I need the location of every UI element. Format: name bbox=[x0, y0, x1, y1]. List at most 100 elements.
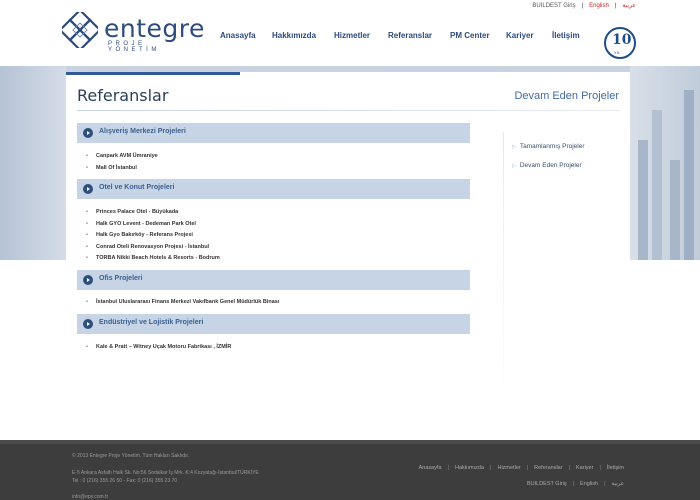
bullet-icon: • bbox=[86, 153, 88, 159]
section-header-otel[interactable]: Otel ve Konut Projeleri bbox=[77, 179, 470, 199]
logo-tagline: PROJE YÖNETİM bbox=[108, 41, 160, 53]
logo-wordmark: entegre bbox=[104, 14, 205, 43]
project-item[interactable]: • Princes Palace Otel - Büyükada bbox=[86, 209, 178, 215]
project-item[interactable]: • Halk GYO Levent - Dedeman Park Otel bbox=[86, 221, 196, 227]
sidebar-divider bbox=[503, 132, 504, 412]
project-label: Halk Gyo Bakırköy - Referans Projesi bbox=[96, 232, 193, 238]
footer-phone: Tel : 0 (216) 355 26 50 - Fax: 0 (216) 3… bbox=[72, 478, 178, 484]
project-item[interactable]: • Kale & Pratt – Witney Uçak Motoru Fabri… bbox=[86, 344, 231, 350]
bullet-icon: • bbox=[86, 255, 88, 261]
bullet-icon: • bbox=[86, 221, 88, 227]
project-label: Canpark AVM Ümraniye bbox=[96, 153, 158, 159]
footer-email[interactable]: info@epy.com.tr bbox=[72, 494, 108, 500]
footer-nav-iletisim[interactable]: İletişim bbox=[607, 465, 624, 471]
project-item[interactable]: • TORBA Nikki Beach Hotels & Resorts - Bo… bbox=[86, 255, 220, 261]
bullet-icon: • bbox=[86, 299, 88, 305]
project-item[interactable]: • Canpark AVM Ümraniye bbox=[86, 153, 158, 159]
site-header: entegre PROJE YÖNETİM BUILDEST Giriş | Eng… bbox=[0, 0, 700, 66]
section-title: Endüstriyel ve Lojistik Projeleri bbox=[99, 319, 204, 326]
sidebar-item-tamamlanmis[interactable]: ▷ Tamamlanmış Projeler bbox=[512, 143, 585, 150]
divider: | bbox=[614, 3, 617, 9]
sidebar-item-label: Devam Eden Projeler bbox=[519, 162, 582, 169]
divider: | bbox=[526, 465, 529, 471]
divider: | bbox=[572, 481, 575, 487]
footer-nav-kariyer[interactable]: Kariyer bbox=[576, 465, 593, 471]
building-silhouette bbox=[684, 90, 694, 260]
panel-accent-bar bbox=[66, 72, 240, 75]
arrow-circle-icon bbox=[83, 128, 93, 138]
sidebar-item-devam-eden[interactable]: ▷ Devam Eden Projeler bbox=[512, 162, 582, 169]
footer-arabic-link[interactable]: عربية bbox=[612, 481, 624, 487]
section-title: Ofis Projeleri bbox=[99, 275, 143, 282]
page-title: Referanslar bbox=[77, 86, 169, 105]
divider: | bbox=[581, 3, 584, 9]
footer-nav-hakkimizda[interactable]: Hakkımızda bbox=[455, 465, 484, 471]
triangle-icon: ▷ bbox=[512, 163, 516, 169]
section-title: Alışveriş Merkezi Projeleri bbox=[99, 128, 186, 135]
divider: | bbox=[490, 465, 492, 471]
badge-label: YIL bbox=[614, 50, 621, 55]
hero-band-left bbox=[0, 66, 66, 260]
section-title: Otel ve Konut Projeleri bbox=[99, 184, 175, 191]
building-silhouette bbox=[638, 140, 648, 260]
project-item[interactable]: • Conrad Oteli Renovasyon Projesi - İstan… bbox=[86, 244, 209, 250]
sidebar-item-label: Tamamlanmış Projeler bbox=[519, 143, 585, 150]
arrow-circle-icon bbox=[83, 184, 93, 194]
footer-top-edge bbox=[0, 440, 700, 444]
divider: | bbox=[599, 465, 601, 471]
project-label: TORBA Nikki Beach Hotels & Resorts - Bod… bbox=[96, 255, 220, 261]
logo[interactable]: entegre PROJE YÖNETİM bbox=[62, 12, 205, 54]
bullet-icon: • bbox=[86, 165, 88, 171]
site-footer: © 2013 Entegre Proje Yönetim. Tüm Haklar… bbox=[0, 440, 700, 500]
project-label: Princes Palace Otel - Büyükada bbox=[96, 209, 179, 215]
buildest-login-link[interactable]: BUILDEST Giriş bbox=[532, 3, 575, 9]
footer-address: E-5 Ankara Asfaltı Halk Sk. No:56 Sodalk… bbox=[72, 470, 259, 476]
project-label: Conrad Oteli Renovasyon Projesi - İstanb… bbox=[96, 244, 210, 250]
divider: | bbox=[447, 465, 449, 471]
bullet-icon: • bbox=[86, 232, 88, 238]
building-silhouette bbox=[670, 160, 680, 260]
section-header-ofis[interactable]: Ofis Projeleri bbox=[77, 270, 470, 290]
nav-hizmetler[interactable]: Hizmetler bbox=[334, 31, 370, 40]
nav-anasayfa[interactable]: Anasayfa bbox=[220, 31, 256, 40]
nav-hakkimizda[interactable]: Hakkımızda bbox=[272, 31, 316, 40]
ten-year-badge: 10 YIL bbox=[604, 27, 636, 59]
section-header-endustriyel[interactable]: Endüstriyel ve Lojistik Projeleri bbox=[77, 314, 470, 334]
building-silhouette bbox=[652, 110, 662, 260]
section-header-avm[interactable]: Alışveriş Merkezi Projeleri bbox=[77, 123, 470, 143]
english-link[interactable]: English bbox=[589, 3, 609, 9]
nav-kariyer[interactable]: Kariyer bbox=[506, 31, 534, 40]
footer-lang: BUILDEST Giriş | English | عربية bbox=[527, 481, 624, 487]
project-item[interactable]: • İstanbul Uluslararası Finans Merkezi Va… bbox=[86, 299, 279, 305]
footer-nav-anasayfa[interactable]: Anasayfa bbox=[419, 465, 442, 471]
project-item[interactable]: • Mall Of İstanbul bbox=[86, 165, 137, 171]
footer-buildest-link[interactable]: BUILDEST Giriş bbox=[527, 481, 567, 487]
project-label: İstanbul Uluslararası Finans Merkezi Vak… bbox=[96, 299, 280, 305]
bullet-icon: • bbox=[86, 209, 88, 215]
nav-pm-center[interactable]: PM Center bbox=[450, 31, 490, 40]
footer-nav: Anasayfa | Hakkımızda | Hizmetler | Referansla… bbox=[419, 465, 624, 471]
footer-nav-referanslar[interactable]: Referanslar bbox=[534, 465, 562, 471]
footer-copyright: © 2013 Entegre Proje Yönetim. Tüm Haklar… bbox=[72, 453, 190, 459]
arabic-link[interactable]: عربية bbox=[622, 2, 636, 9]
project-item[interactable]: • Halk Gyo Bakırköy - Referans Projesi bbox=[86, 232, 193, 238]
arrow-circle-icon bbox=[83, 319, 93, 329]
logo-mark-icon bbox=[62, 12, 98, 48]
bullet-icon: • bbox=[86, 244, 88, 250]
nav-iletisim[interactable]: İletişim bbox=[552, 31, 580, 40]
content-panel: Referanslar Devam Eden Projeler Alışveri… bbox=[66, 72, 630, 440]
bullet-icon: • bbox=[86, 344, 88, 350]
footer-english-link[interactable]: English bbox=[580, 481, 598, 487]
top-links: BUILDEST Giriş | English | عربية bbox=[532, 2, 636, 9]
divider: | bbox=[568, 465, 571, 471]
arrow-circle-icon bbox=[83, 275, 93, 285]
project-label: Halk GYO Levent - Dedeman Park Otel bbox=[96, 221, 196, 227]
footer-nav-hizmetler[interactable]: Hizmetler bbox=[497, 465, 520, 471]
triangle-icon: ▷ bbox=[512, 144, 516, 150]
nav-referanslar[interactable]: Referanslar bbox=[388, 31, 432, 40]
badge-number: 10 bbox=[612, 32, 632, 48]
project-label: Mall Of İstanbul bbox=[96, 165, 137, 171]
divider: | bbox=[604, 481, 606, 487]
title-divider bbox=[77, 110, 620, 111]
project-label: Kale & Pratt – Witney Uçak Motoru Fabrik… bbox=[96, 344, 232, 350]
